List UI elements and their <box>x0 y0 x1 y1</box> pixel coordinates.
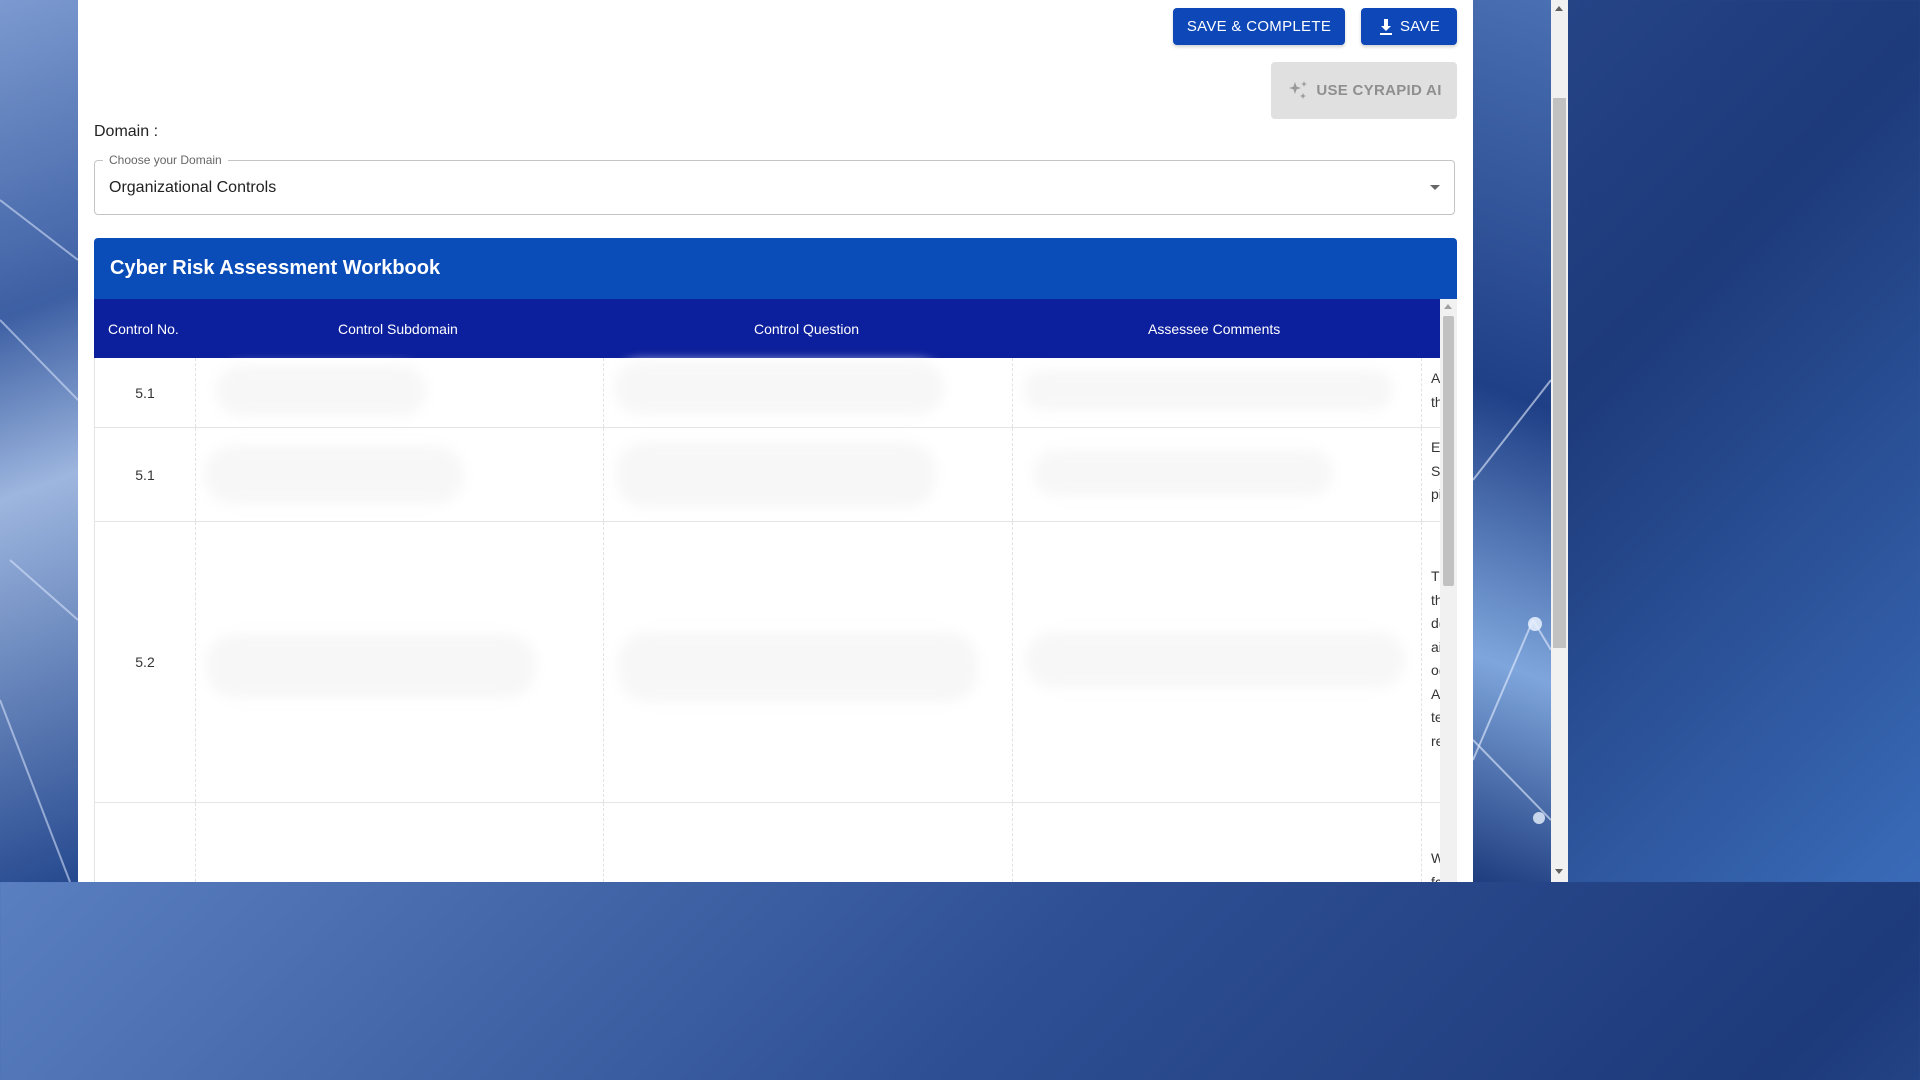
table-scrollbar[interactable] <box>1440 299 1457 882</box>
column-header-control-no[interactable]: Control No. <box>108 299 179 358</box>
control-question-cell <box>604 803 1013 882</box>
row-overflow-text: A th <box>1431 370 1440 410</box>
domain-select-value: Organizational Controls <box>109 179 277 196</box>
table-row[interactable]: 5.1 A th <box>94 358 1440 428</box>
control-subdomain-cell <box>196 803 604 882</box>
workbook-table: Control No. Control Subdomain Control Qu… <box>94 299 1440 882</box>
table-row[interactable]: 5.1 E S pi <box>94 428 1440 522</box>
save-button-label: SAVE <box>1399 18 1441 35</box>
workbook-panel: Cyber Risk Assessment Workbook Control N… <box>94 238 1457 882</box>
column-header-assessee-comments[interactable]: Assessee Comments <box>1148 299 1280 358</box>
domain-select[interactable]: Choose your Domain Organizational Contro… <box>94 153 1455 215</box>
control-question-cell <box>604 428 1013 521</box>
download-icon <box>1379 18 1392 35</box>
domain-label: Domain : <box>94 123 159 140</box>
assessee-comments-cell[interactable] <box>1013 358 1422 427</box>
row-overflow-text: W fc <box>1431 850 1440 882</box>
scroll-up-arrow-icon[interactable] <box>1444 304 1452 309</box>
row-overflow-text: Tl th d( ai o( A te re <box>1431 568 1440 749</box>
control-question-cell <box>604 522 1013 802</box>
table-row[interactable]: 5.2 Tl th d( ai o( A te <box>94 522 1440 803</box>
control-no-cell: 5.1 <box>95 428 196 521</box>
save-and-complete-button[interactable]: SAVE & COMPLETE <box>1173 8 1345 45</box>
control-subdomain-cell <box>196 428 604 521</box>
assessee-comments-cell[interactable] <box>1013 803 1422 882</box>
control-subdomain-cell <box>196 358 604 427</box>
caret-down-icon[interactable] <box>1430 185 1440 190</box>
workbook-title: Cyber Risk Assessment Workbook <box>110 257 441 279</box>
control-no-cell <box>95 803 196 882</box>
sparkles-icon <box>1289 80 1308 99</box>
scroll-up-arrow-icon[interactable] <box>1555 6 1563 11</box>
table-row[interactable]: W fc <box>94 803 1440 882</box>
assessee-comments-cell[interactable] <box>1013 522 1422 802</box>
control-subdomain-cell <box>196 522 604 802</box>
workbook-header: Cyber Risk Assessment Workbook <box>94 238 1457 299</box>
column-header-control-question[interactable]: Control Question <box>754 299 859 358</box>
table-header: Control No. Control Subdomain Control Qu… <box>94 299 1440 358</box>
background-right-panel <box>1473 0 1551 882</box>
save-button[interactable]: SAVE <box>1361 8 1457 45</box>
background-left-panel <box>0 0 78 882</box>
assessment-page: SAVE & COMPLETE SAVE USE CYRAPID AI Doma… <box>78 0 1473 882</box>
column-header-control-subdomain[interactable]: Control Subdomain <box>338 299 458 358</box>
window-scrollbar-thumb[interactable] <box>1553 98 1566 648</box>
control-no-cell: 5.2 <box>95 522 196 802</box>
window-scrollbar[interactable] <box>1551 0 1568 882</box>
assessee-comments-cell[interactable] <box>1013 428 1422 521</box>
use-cyrapid-ai-button[interactable]: USE CYRAPID AI <box>1271 62 1457 119</box>
row-overflow-text: E S pi <box>1431 439 1440 502</box>
domain-select-legend: Choose your Domain <box>103 153 228 167</box>
control-no-cell: 5.1 <box>95 358 196 427</box>
scroll-down-arrow-icon[interactable] <box>1555 869 1563 874</box>
table-scrollbar-thumb[interactable] <box>1443 316 1454 586</box>
use-cyrapid-ai-label: USE CYRAPID AI <box>1316 82 1442 99</box>
control-question-cell <box>604 358 1013 427</box>
